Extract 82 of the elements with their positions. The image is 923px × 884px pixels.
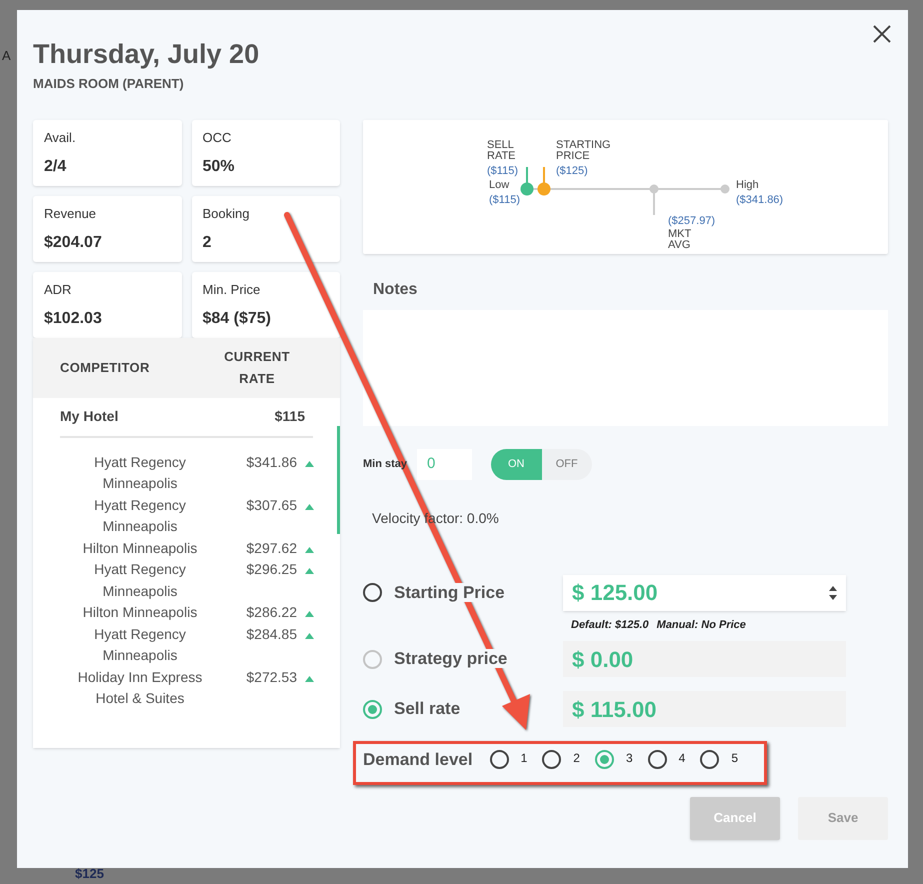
starting-price-marker <box>538 166 550 195</box>
range-value: ($115) <box>489 194 520 206</box>
column-header: CURRENT RATE <box>223 348 291 388</box>
column-header: COMPETITOR <box>60 358 151 377</box>
notes-field[interactable] <box>363 310 888 426</box>
radio-button[interactable] <box>363 583 382 602</box>
demand-option-label: 5 <box>731 750 738 767</box>
radio-button[interactable] <box>542 750 562 770</box>
trend-up-icon <box>305 676 314 682</box>
price-hint: Manual: No Price <box>656 618 746 632</box>
radio-button[interactable] <box>648 750 667 770</box>
spinner-icon[interactable] <box>829 586 837 600</box>
range-label: SELL RATE <box>487 138 516 162</box>
price-field[interactable]: $ 125.00 <box>563 574 846 610</box>
stat-value: $204.07 <box>44 233 103 253</box>
stat-value: $84 ($75) <box>202 309 272 329</box>
stat-label: Avail. <box>44 128 77 146</box>
trend-up-icon <box>305 504 314 510</box>
competitor-name: Hyatt Regency Minneapolis <box>93 496 187 536</box>
stat-label: OCC <box>202 128 232 146</box>
min-stay-field[interactable]: 0 <box>417 449 472 480</box>
competitor-rate: $296.25 <box>245 560 297 579</box>
competitor-name: Hilton Minneapolis <box>82 603 198 622</box>
demand-level-label: Demand level <box>363 749 473 771</box>
scrollbar[interactable] <box>337 426 340 534</box>
range-label: MKT AVG <box>668 228 692 250</box>
range-label: STARTING PRICE <box>556 138 611 162</box>
radio-button[interactable] <box>594 750 614 770</box>
demand-option-label: 4 <box>678 750 686 767</box>
price-option-label: Starting Price <box>394 582 506 604</box>
trend-up-icon <box>305 632 314 638</box>
competitor-name: Hyatt Regency Minneapolis <box>93 624 187 665</box>
competitor-name: Holiday Inn Express Hotel & Suites <box>76 668 204 708</box>
toggle-option[interactable]: OFF <box>542 449 592 480</box>
price-hint: Default: $125.0 <box>571 618 649 632</box>
competitor-name: Hyatt Regency Minneapolis <box>93 560 187 601</box>
range-label: High <box>736 178 759 190</box>
stat-label: ADR <box>44 280 72 298</box>
stat-value: 2/4 <box>44 157 68 177</box>
competitor-rate: $286.22 <box>245 603 297 622</box>
high-marker <box>720 184 730 193</box>
range-value: ($125) <box>556 164 588 176</box>
competitor-rate: $307.65 <box>245 496 297 514</box>
radio-button[interactable] <box>490 750 509 770</box>
stat-value: 2 <box>202 233 212 253</box>
hotel-rate: $115 <box>274 407 305 426</box>
trend-up-icon <box>305 546 314 552</box>
trend-up-icon <box>305 611 314 617</box>
market-average-marker <box>650 184 658 214</box>
competitor-name: Hyatt Regency Minneapolis <box>93 452 187 493</box>
stat-value: $102.03 <box>44 309 103 329</box>
demand-option-label: 1 <box>520 750 528 767</box>
stat-value: 50% <box>202 157 236 177</box>
price-option-label: Strategy price <box>394 648 508 670</box>
range-value: ($115) <box>487 164 518 176</box>
stat-label: Min. Price <box>202 280 262 298</box>
competitor-rate: $272.53 <box>245 668 297 686</box>
radio-button[interactable] <box>363 700 382 718</box>
sell-rate-marker <box>520 166 534 195</box>
dialog-title: Thursday, July 20 <box>33 38 260 70</box>
backdrop-text: A <box>2 47 11 65</box>
radio-button[interactable] <box>700 750 720 770</box>
demand-option-label: 2 <box>573 750 580 767</box>
notes-title: Notes <box>373 280 418 300</box>
competitor-name: Hilton Minneapolis <box>82 538 198 558</box>
competitor-rate: $341.86 <box>245 452 297 472</box>
demand-option-label: 3 <box>626 750 633 767</box>
backdrop-text: $125 <box>75 865 104 883</box>
trend-up-icon <box>305 460 314 466</box>
competitor-rate: $297.62 <box>245 538 297 558</box>
price-field[interactable]: $ 115.00 <box>563 691 846 727</box>
room-name: MAIDS ROOM (PARENT) <box>33 75 185 93</box>
range-label: Low <box>489 178 510 190</box>
toggle-option[interactable]: ON <box>491 449 542 480</box>
range-value: ($341.86) <box>736 194 784 206</box>
on-off-toggle[interactable]: ON OFF <box>491 449 592 480</box>
trend-up-icon <box>305 568 314 574</box>
stat-label: Revenue <box>44 204 98 222</box>
range-value: ($257.97) <box>668 214 716 226</box>
hotel-name: My Hotel <box>60 407 118 426</box>
stat-label: Booking <box>202 204 250 223</box>
competitor-rate: $284.85 <box>245 624 297 644</box>
